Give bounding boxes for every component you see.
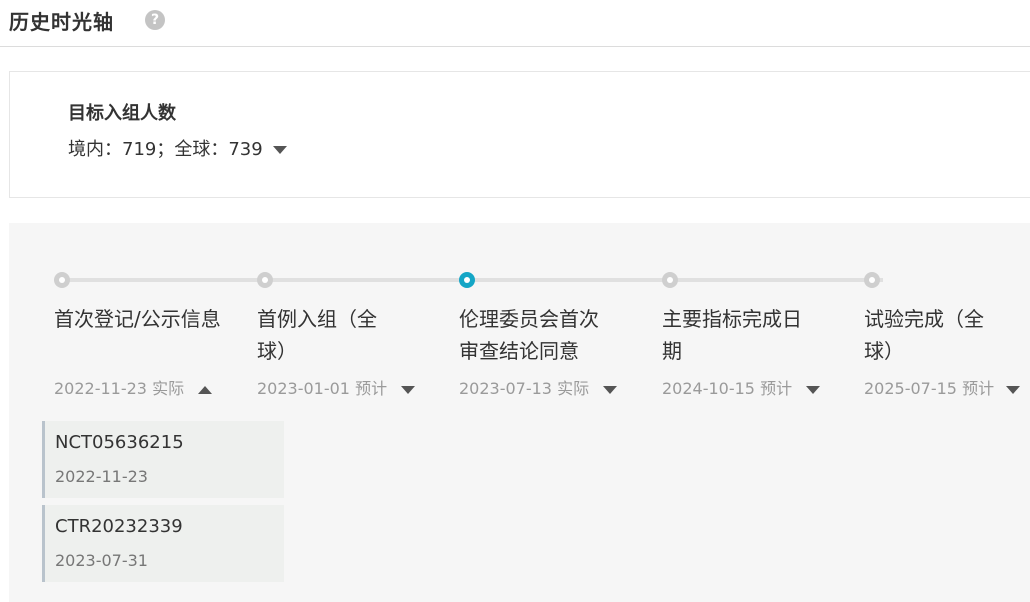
milestone-status: 预计 — [355, 379, 388, 398]
chevron-down-icon[interactable] — [1006, 385, 1021, 394]
milestone-status: 实际 — [557, 379, 590, 398]
chevron-up-icon[interactable] — [198, 385, 213, 394]
registration-id: NCT05636215 — [55, 432, 184, 453]
chevron-down-icon[interactable] — [806, 385, 821, 394]
milestone-meta[interactable]: 2025-07-15 预计 — [864, 375, 1030, 399]
chevron-down-icon[interactable] — [603, 385, 618, 394]
timeline-panel: 首次登记/公示信息 首例入组（全球） 伦理委员会首次审查结论同意 主要指标完成日… — [9, 223, 1030, 602]
chevron-down-icon[interactable] — [401, 385, 416, 394]
enrollment-card: 目标入组人数 境内：719；全球：739 — [9, 71, 1030, 198]
timeline-node-2[interactable] — [257, 272, 273, 288]
milestone-date: 2025-07-15 — [864, 379, 957, 398]
milestone-date: 2023-01-01 — [257, 379, 350, 398]
page-title: 历史时光轴 — [9, 10, 114, 34]
chevron-down-icon[interactable] — [272, 146, 287, 154]
milestone-status: 预计 — [760, 379, 793, 398]
enrollment-values[interactable]: 境内：719；全球：739 — [68, 135, 287, 161]
registration-date: 2022-11-23 — [55, 467, 148, 486]
enrollment-values-text: 境内：719；全球：739 — [68, 139, 263, 160]
registration-card: NCT05636215 2022-11-23 — [42, 421, 284, 498]
milestone-name: 首例入组（全球） — [257, 307, 377, 363]
milestone-name: 试验完成（全球） — [864, 307, 984, 363]
milestone-meta[interactable]: 2022-11-23 实际 — [54, 375, 254, 399]
help-icon[interactable]: ? — [145, 10, 165, 30]
milestone-date: 2023-07-13 — [459, 379, 552, 398]
milestone-name: 主要指标完成日期 — [662, 307, 802, 363]
timeline-node-1[interactable] — [54, 272, 70, 288]
milestone-status: 实际 — [152, 379, 185, 398]
milestone-date: 2022-11-23 — [54, 379, 147, 398]
timeline-node-3[interactable] — [459, 272, 475, 288]
timeline-node-4[interactable] — [662, 272, 678, 288]
timeline-node-5[interactable] — [864, 272, 880, 288]
registration-date: 2023-07-31 — [55, 551, 148, 570]
milestone-date: 2024-10-15 — [662, 379, 755, 398]
milestone-name: 首次登记/公示信息 — [54, 307, 221, 331]
registration-id: CTR20232339 — [55, 516, 183, 537]
enrollment-title: 目标入组人数 — [68, 103, 176, 124]
milestone-meta[interactable]: 2023-07-13 实际 — [459, 375, 659, 399]
milestone-name: 伦理委员会首次审查结论同意 — [459, 307, 599, 363]
registration-card: CTR20232339 2023-07-31 — [42, 505, 284, 582]
milestone-meta[interactable]: 2024-10-15 预计 — [662, 375, 862, 399]
milestone-status: 预计 — [962, 379, 995, 398]
page-header: 历史时光轴 ? — [0, 0, 1030, 47]
milestone-meta[interactable]: 2023-01-01 预计 — [257, 375, 457, 399]
